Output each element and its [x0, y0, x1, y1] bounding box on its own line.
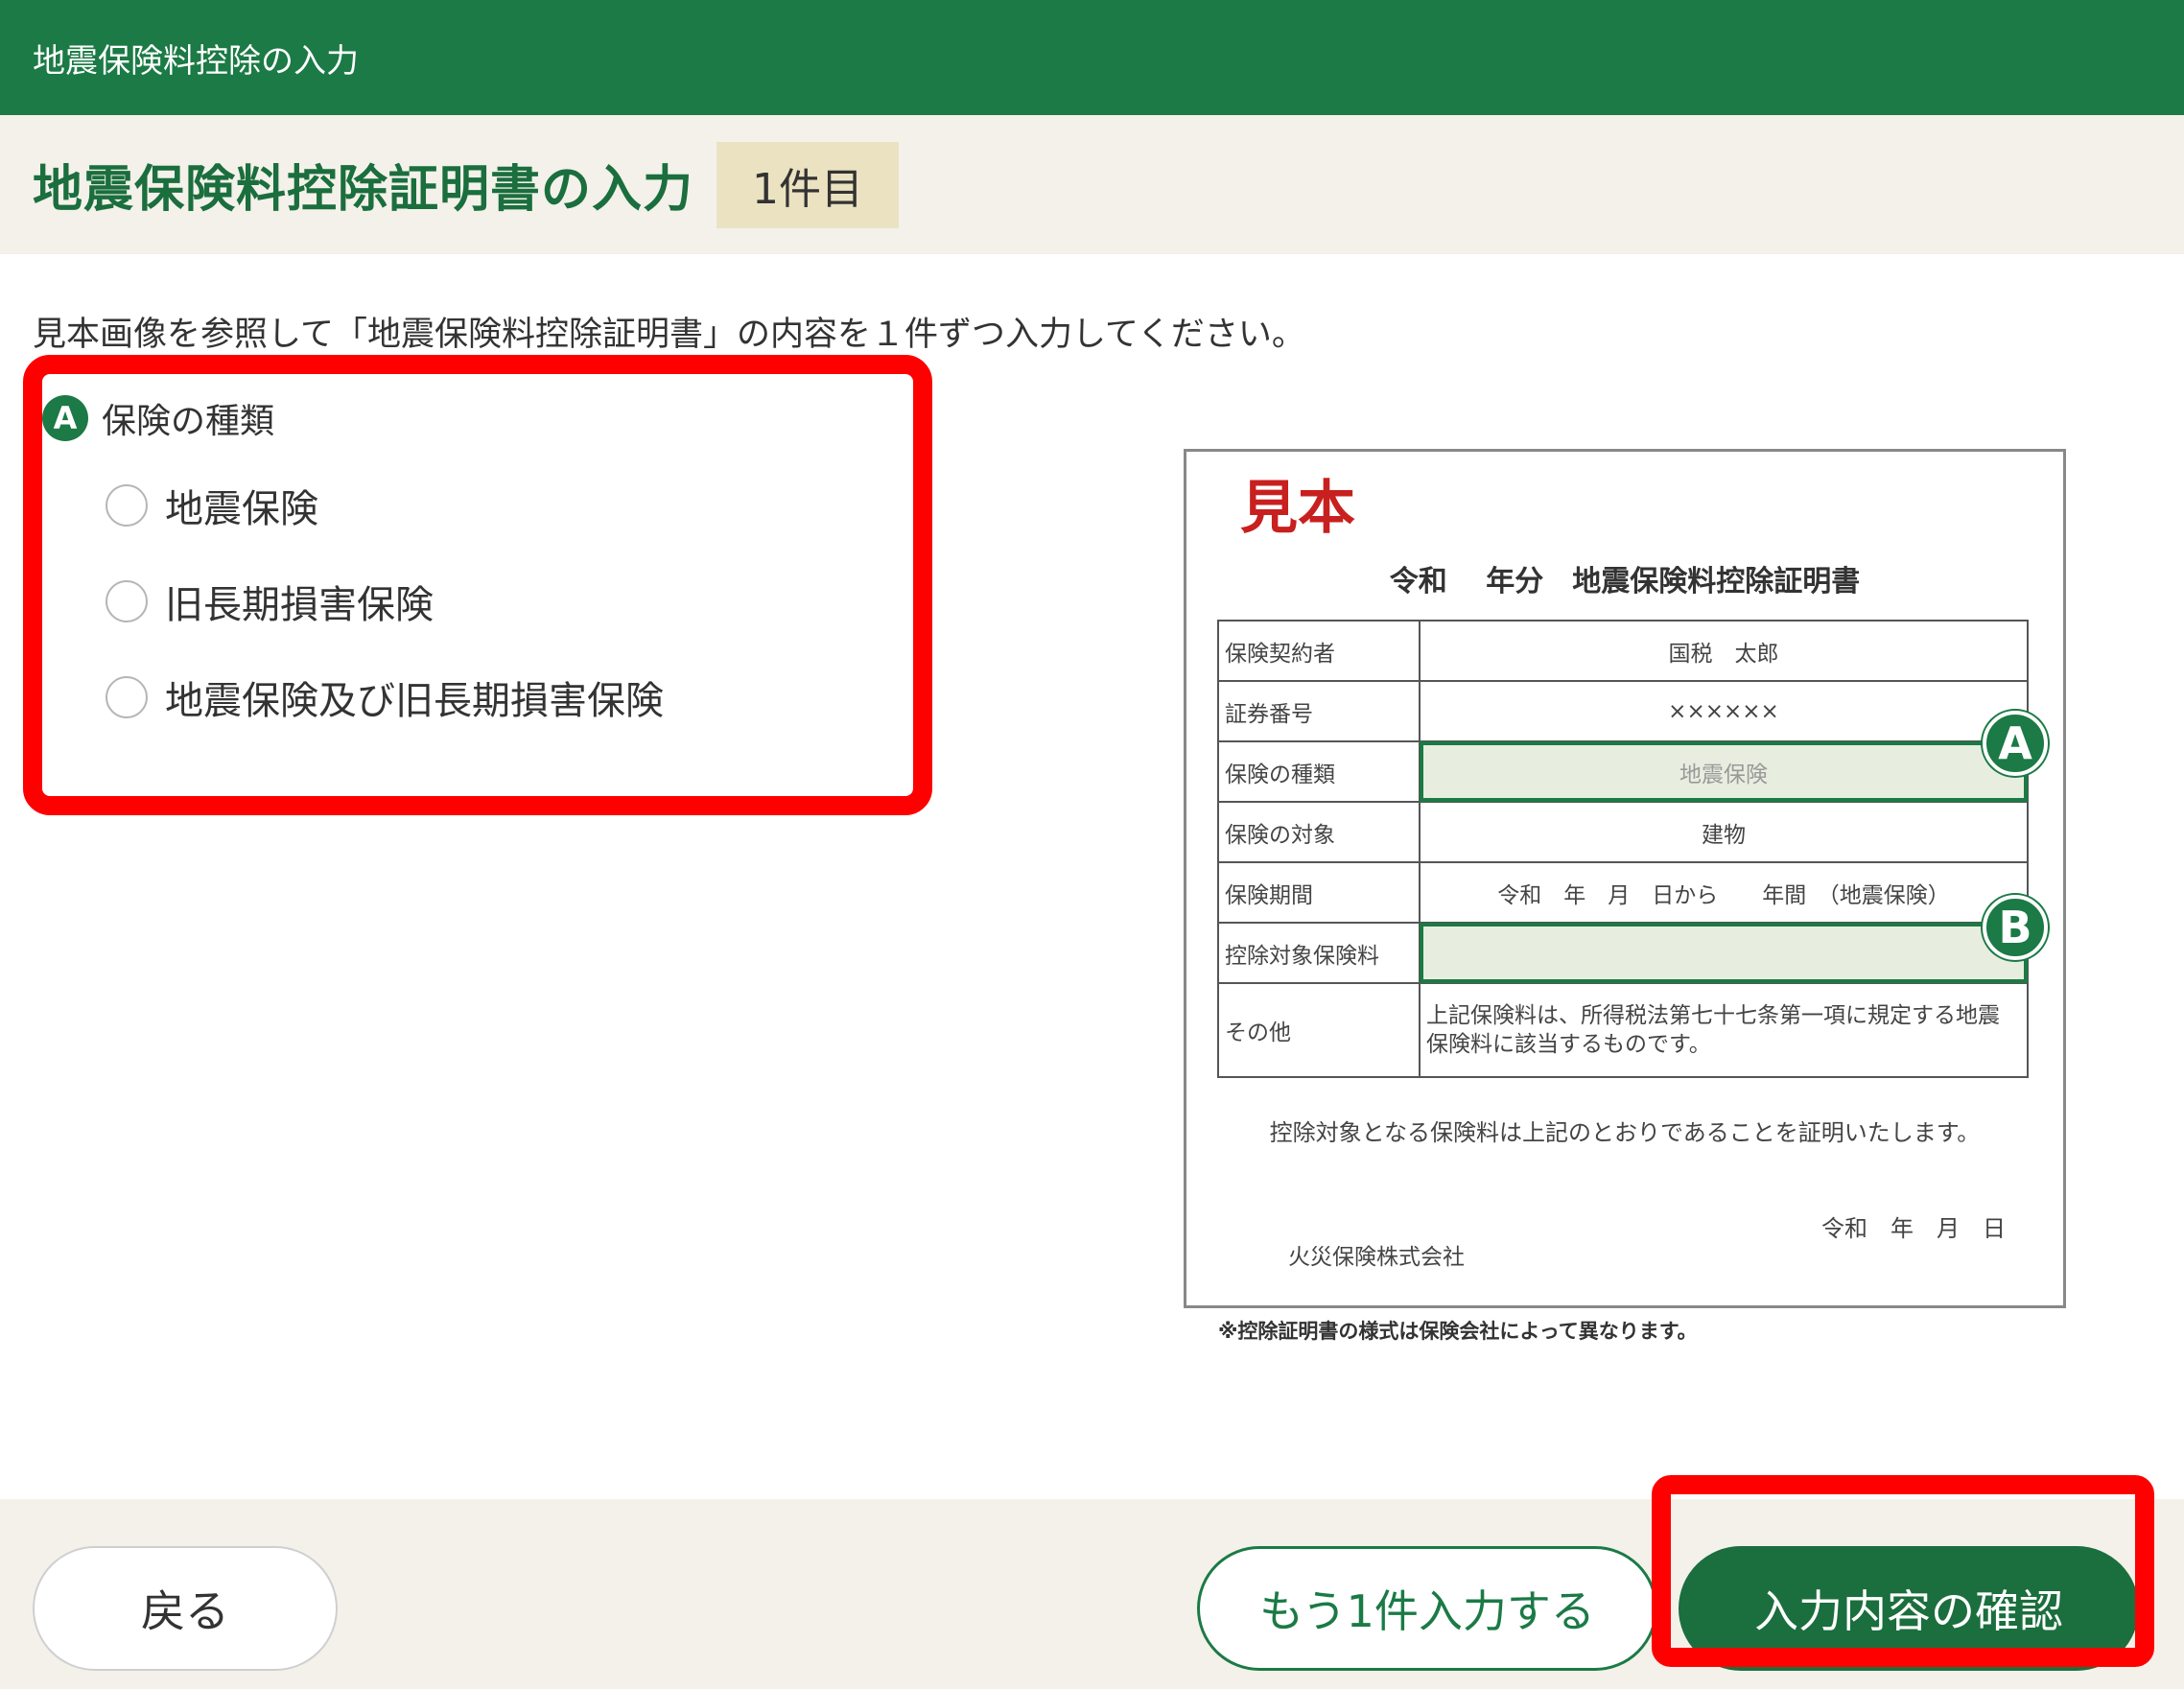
marker-a-icon: A	[42, 395, 88, 441]
sample-row: 保険の対象 建物	[1217, 801, 2029, 863]
sample-value: 上記保険料は、所得税法第七十七条第一項に規定する地震保険料に該当するものです。	[1419, 982, 2029, 1078]
sample-value-highlighted	[1419, 922, 2029, 984]
radio-label[interactable]: 旧長期損害保険	[165, 574, 434, 629]
radio-button-icon[interactable]	[106, 484, 148, 527]
radio-button-icon[interactable]	[106, 580, 148, 622]
radio-label[interactable]: 地震保険及び旧長期損害保険	[165, 669, 664, 725]
sample-row: その他 上記保険料は、所得税法第七十七条第一項に規定する地震保険料に該当するもの…	[1217, 982, 2029, 1078]
sample-row: 保険の種類 地震保険	[1217, 740, 2029, 803]
radio-old-long-term-insurance[interactable]: 旧長期損害保険	[106, 574, 434, 629]
back-button[interactable]: 戻る	[33, 1546, 338, 1671]
sample-date: 令和 年 月 日	[1821, 1215, 2006, 1242]
sample-row: 証券番号 ××××××	[1217, 680, 2029, 742]
app-title: 地震保険料控除の入力	[33, 41, 359, 81]
title-bar: 地震保険料控除証明書の入力 1件目	[0, 115, 2184, 254]
sample-key: その他	[1217, 982, 1421, 1078]
radio-both-insurance[interactable]: 地震保険及び旧長期損害保険	[106, 669, 664, 725]
sample-value: ××××××	[1419, 680, 2029, 742]
sample-value-highlighted: 地震保険	[1419, 740, 2029, 803]
app-header: 地震保険料控除の入力	[0, 0, 2184, 115]
sample-value: 令和 年 月 日から 年間 （地震保険）	[1419, 861, 2029, 924]
add-another-button[interactable]: もう1件入力する	[1197, 1546, 1657, 1671]
sample-key: 証券番号	[1217, 680, 1421, 742]
marker-b-icon: B	[1983, 895, 2048, 960]
instruction-text: 見本画像を参照して「地震保険料控除証明書」の内容を１件ずつ入力してください。	[33, 316, 1305, 354]
sample-stamp: 見本	[1240, 475, 1355, 542]
sample-key: 保険の対象	[1217, 801, 1421, 863]
sample-certificate-image: 見本 令和 年分 地震保険料控除証明書 保険契約者 国税 太郎 証券番号 ×××…	[1184, 449, 2066, 1308]
count-badge: 1件目	[716, 141, 900, 228]
sample-row: 保険契約者 国税 太郎	[1217, 620, 2029, 682]
sample-note: ※控除証明書の様式は保険会社によって異なります。	[1218, 1320, 1698, 1343]
sample-value: 建物	[1419, 801, 2029, 863]
sample-statement: 控除対象となる保険料は上記のとおりであることを証明いたします。	[1269, 1119, 1981, 1146]
marker-a-icon: A	[1983, 711, 2048, 776]
sample-key: 保険契約者	[1217, 620, 1421, 682]
sample-value: 国税 太郎	[1419, 620, 2029, 682]
sample-title: 令和 年分 地震保険料控除証明書	[1389, 565, 1861, 598]
sample-table: 保険契約者 国税 太郎 証券番号 ×××××× 保険の種類 地震保険 保険の対象…	[1217, 620, 2029, 1078]
confirm-input-button[interactable]: 入力内容の確認	[1679, 1546, 2139, 1671]
radio-label[interactable]: 地震保険	[165, 478, 318, 533]
sample-key: 控除対象保険料	[1217, 922, 1421, 984]
page-title: 地震保険料控除証明書の入力	[33, 161, 694, 219]
section-label-text: 保険の種類	[102, 402, 275, 441]
sample-company: 火災保険株式会社	[1288, 1245, 1465, 1270]
sample-row: 保険期間 令和 年 月 日から 年間 （地震保険）	[1217, 861, 2029, 924]
insurance-type-label: A 保険の種類	[42, 393, 274, 443]
sample-key: 保険期間	[1217, 861, 1421, 924]
radio-button-icon[interactable]	[106, 676, 148, 718]
sample-key: 保険の種類	[1217, 740, 1421, 803]
sample-row: 控除対象保険料	[1217, 922, 2029, 984]
radio-earthquake-insurance[interactable]: 地震保険	[106, 478, 318, 533]
